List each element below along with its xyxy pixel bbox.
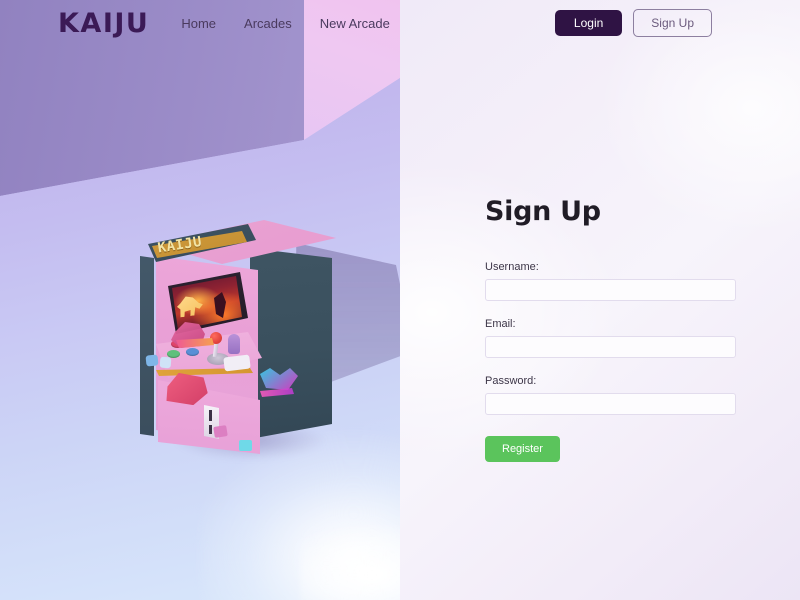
page-root: KAIJU Sign Up Username: Email: Password:… — [0, 0, 800, 600]
cabinet-sticker-blue-a-icon — [145, 354, 159, 367]
page-title: Sign Up — [485, 196, 601, 227]
register-button[interactable]: Register — [485, 436, 560, 462]
cabinet-sticker-blue-b-icon — [159, 356, 172, 369]
cabinet-side-panel — [250, 248, 332, 439]
password-input[interactable] — [485, 393, 736, 415]
cabinet-sticker-mini-b-icon — [239, 440, 252, 451]
joystick-secondary-icon — [228, 334, 240, 354]
nav-link-home[interactable]: Home — [181, 16, 216, 31]
username-input[interactable] — [485, 279, 736, 301]
email-label: Email: — [485, 318, 516, 330]
coin-slot-opening-bottom-icon — [209, 425, 212, 434]
arcade-button-blue-icon — [186, 348, 199, 356]
cabinet-sticker-mini-a-icon — [213, 425, 228, 438]
nav-links: Home Arcades New Arcade — [181, 16, 389, 31]
floor-light-hotspot — [300, 520, 400, 600]
username-label: Username: — [485, 261, 539, 273]
login-button[interactable]: Login — [554, 10, 623, 36]
nav-link-new-arcade[interactable]: New Arcade — [320, 16, 390, 31]
navbar: KAIJU Home Arcades New Arcade Login Sign… — [0, 0, 800, 46]
cabinet-left-edge — [140, 256, 154, 436]
password-label: Password: — [485, 375, 537, 387]
email-input[interactable] — [485, 336, 736, 358]
nav-auth-buttons: Login Sign Up — [554, 9, 712, 37]
arcade-cabinet: KAIJU — [110, 210, 336, 460]
signup-button[interactable]: Sign Up — [633, 9, 712, 37]
hero-scene: KAIJU — [0, 0, 400, 600]
coin-slot-opening-top-icon — [209, 410, 212, 421]
auth-panel: Sign Up Username: Email: Password: Regis… — [400, 0, 800, 600]
signup-form: Sign Up Username: Email: Password: Regis… — [485, 196, 740, 462]
nav-link-arcades[interactable]: Arcades — [244, 16, 292, 31]
brand-logo[interactable]: KAIJU — [58, 8, 149, 39]
